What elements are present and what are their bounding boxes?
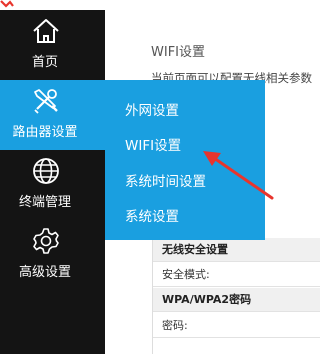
sidebar-item-label: 首页 [31,55,58,70]
globe-icon [33,158,59,184]
submenu-item-system-settings[interactable]: 系统设置 [125,205,179,225]
field-security-mode: 安全模式: [153,263,320,287]
sidebar-item-label: 路由器设置 [12,125,78,140]
submenu-item-system-time-settings[interactable]: 系统时间设置 [125,170,206,190]
sidebar-item-terminal-management[interactable]: 终端管理 [0,150,105,220]
field-password: 密码: [153,314,320,338]
gear-icon [33,228,59,254]
submenu-item-wan-settings[interactable]: 外网设置 [125,99,179,119]
wrench-screwdriver-icon [34,89,58,114]
submenu-item-wifi-settings[interactable]: WIFI设置 [125,134,181,154]
router-settings-submenu: 外网设置 WIFI设置 系统时间设置 系统设置 [105,80,265,240]
sidebar-item-home[interactable]: 首页 [0,10,105,80]
section-header-wireless-security: 无线安全设置 [153,238,320,262]
sidebar-item-label: 终端管理 [18,195,71,210]
section-header-wpa-password: WPA/WPA2密码 [153,288,320,312]
home-icon [33,19,59,43]
sidebar-item-label: 高级设置 [18,265,71,280]
page-title: WIFI设置 [151,45,205,60]
sidebar: 首页 路由器设置 终端管理 高级设置 [0,10,105,354]
sidebar-item-advanced-settings[interactable]: 高级设置 [0,220,105,290]
red-mark-icon [0,0,14,8]
sidebar-item-router-settings[interactable]: 路由器设置 [0,80,105,150]
